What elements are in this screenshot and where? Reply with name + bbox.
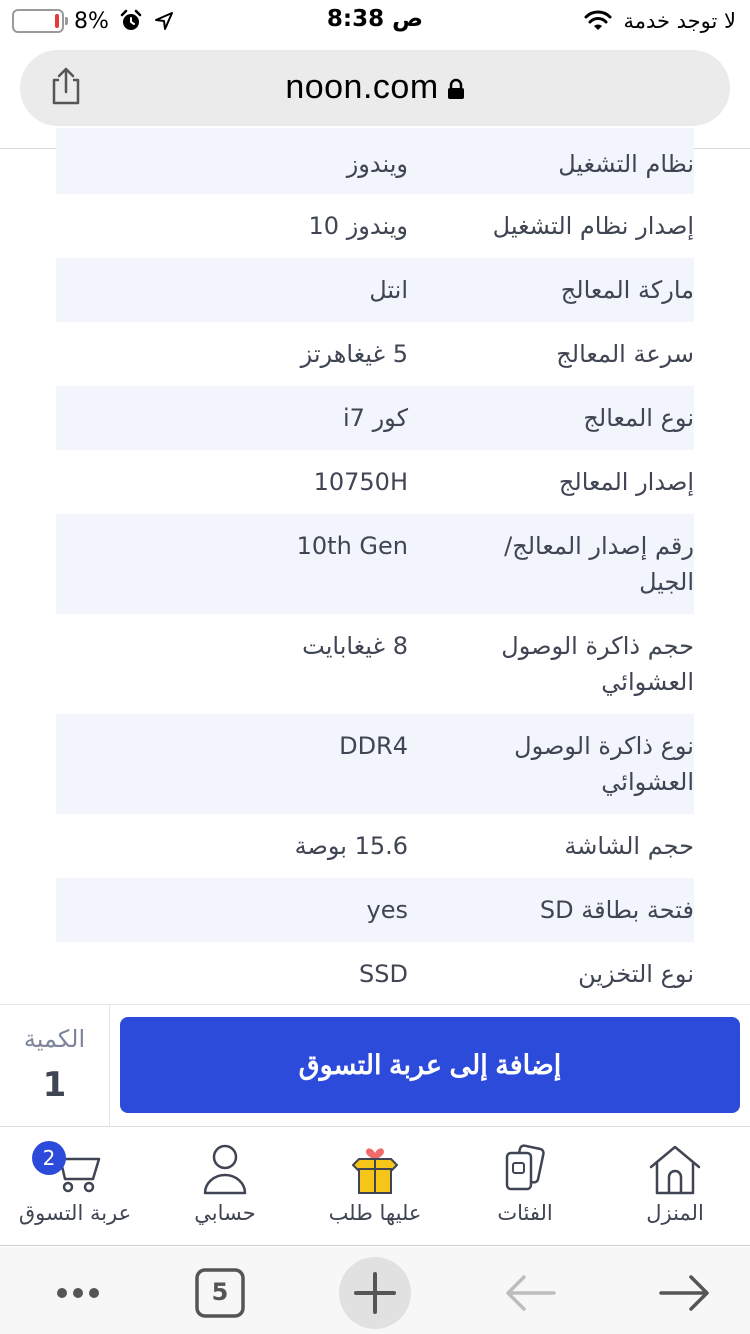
spec-label: نوع المعالج — [583, 404, 694, 432]
carrier-text: لا توجد خدمة — [623, 9, 736, 33]
spec-value: انتل — [369, 276, 408, 304]
plus-icon — [339, 1257, 411, 1329]
cart-badge: 2 — [32, 1141, 66, 1175]
spec-row: نظام التشغيل ويندوز — [56, 128, 694, 194]
spec-label: حجم الشاشة — [564, 832, 694, 860]
spec-value: yes — [366, 896, 408, 924]
spec-value: 10750H — [313, 468, 408, 496]
status-right: لا توجد خدمة — [583, 6, 736, 36]
add-to-cart-bar: الكمية 1 إضافة إلى عربة التسوق — [0, 1004, 750, 1127]
lock-icon — [447, 78, 464, 100]
spec-row: سرعة المعالج 5 غيغاهرتز — [56, 322, 694, 386]
add-to-cart-button[interactable]: إضافة إلى عربة التسوق — [120, 1017, 740, 1113]
spec-row: ماركة المعالج انتل — [56, 258, 694, 322]
nav-label-categories: الفئات — [497, 1201, 553, 1225]
specifications-table: نظام التشغيل ويندوز إصدار نظام التشغيل ويند… — [56, 128, 694, 1004]
tabs-button[interactable]: 5 — [180, 1251, 260, 1331]
nav-item-on-demand[interactable]: عليها طلب — [300, 1127, 450, 1245]
categories-icon — [505, 1144, 545, 1191]
spec-row: نوع المعالج كور i7 — [56, 386, 694, 450]
spec-label: إصدار نظام التشغيل — [492, 212, 694, 240]
nav-label-on-demand: عليها طلب — [328, 1201, 422, 1225]
home-icon — [649, 1145, 701, 1195]
spec-label: سرعة المعالج — [556, 340, 694, 368]
spec-row: إصدار المعالج 10750H — [56, 450, 694, 514]
spec-row: حجم ذاكرة الوصول العشوائي 8 غيغابايت — [56, 614, 694, 714]
spec-value: DDR4 — [339, 732, 408, 760]
tab-count: 5 — [211, 1278, 229, 1306]
nav-label-cart: عربة التسوق — [18, 1201, 132, 1225]
new-tab-button[interactable] — [335, 1251, 415, 1331]
spec-label: إصدار المعالج — [558, 468, 694, 496]
spec-value: SSD — [359, 960, 408, 988]
spec-row: نوع ذاكرة الوصول العشوائي DDR4 — [56, 714, 694, 814]
url-text[interactable]: noon.com — [20, 68, 730, 107]
spec-value: ويندوز — [346, 150, 408, 178]
account-icon — [203, 1144, 247, 1195]
back-arrow-icon[interactable] — [490, 1251, 570, 1331]
spec-label: ماركة المعالج — [560, 276, 694, 304]
forward-arrow-icon[interactable] — [645, 1251, 725, 1331]
url-domain: noon.com — [285, 68, 439, 106]
nav-item-account[interactable]: حسابي — [150, 1127, 300, 1245]
spec-value: 15.6 بوصة — [294, 832, 408, 860]
spec-value: 5 غيغاهرتز — [300, 340, 408, 368]
spec-label: رقم إصدار المعالج/ الجيل — [504, 532, 694, 596]
spec-value: ويندوز 10 — [308, 212, 408, 240]
spec-value: كور i7 — [343, 404, 408, 432]
nav-item-home[interactable]: المنزل — [600, 1127, 750, 1245]
spec-label: حجم ذاكرة الوصول العشوائي — [501, 632, 694, 696]
spec-row: فتحة بطاقة SD yes — [56, 878, 694, 942]
quantity-selector[interactable]: الكمية 1 — [0, 1005, 110, 1127]
quantity-value: 1 — [42, 1065, 67, 1105]
bottom-navigation: 2 عربة التسوق حسابي عليها طلب الفئات الم… — [0, 1126, 750, 1246]
url-bar[interactable]: noon.com — [20, 50, 730, 126]
status-bar: 8% 8:38 ص لا توجد خدمة — [0, 0, 750, 42]
spec-label: نوع التخزين — [578, 960, 694, 988]
spec-label: فتحة بطاقة SD — [539, 896, 694, 924]
nav-label-home: المنزل — [646, 1201, 704, 1225]
spec-row: حجم الشاشة 15.6 بوصة — [56, 814, 694, 878]
browser-toolbar: 5 — [0, 1247, 750, 1334]
spec-row: إصدار نظام التشغيل ويندوز 10 — [56, 194, 694, 258]
gift-box-icon — [352, 1148, 398, 1194]
nav-item-categories[interactable]: الفئات — [450, 1127, 600, 1245]
spec-label: نوع ذاكرة الوصول العشوائي — [514, 732, 694, 796]
spec-value: 10th Gen — [296, 532, 408, 560]
spec-value: 8 غيغابايت — [302, 632, 408, 660]
spec-row: رقم إصدار المعالج/ الجيل 10th Gen — [56, 514, 694, 614]
more-icon[interactable] — [38, 1251, 118, 1331]
quantity-label: الكمية — [23, 1025, 86, 1053]
spec-row: نوع التخزين SSD — [56, 942, 694, 1004]
wifi-icon — [584, 10, 612, 30]
nav-label-account: حسابي — [194, 1201, 256, 1225]
spec-label: نظام التشغيل — [558, 150, 694, 178]
nav-item-cart[interactable]: 2 عربة التسوق — [0, 1127, 150, 1245]
